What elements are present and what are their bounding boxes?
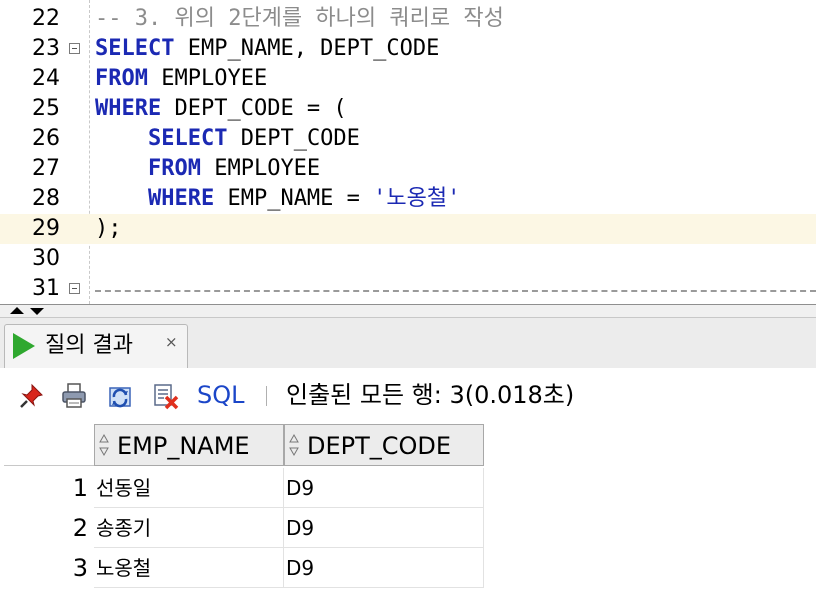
code-token: EMP_NAME = xyxy=(214,186,374,211)
sql-keyword: FROM xyxy=(147,156,201,181)
sql-comment: -- 3. 위의 2단계를 하나의 쿼리로 작성 xyxy=(95,6,504,31)
string-literal: '노옹철' xyxy=(373,186,461,211)
code-token: DEPT_CODE = ( xyxy=(161,96,347,121)
sort-icon[interactable] xyxy=(289,433,299,457)
grid-header: EMP_NAME DEPT_CODE xyxy=(4,424,484,466)
code-text: ); xyxy=(95,214,122,244)
collapse-up-icon[interactable] xyxy=(10,307,24,314)
tab-query-result[interactable]: 질의 결과 × xyxy=(4,324,188,368)
tab-label: 질의 결과 xyxy=(45,333,133,358)
cell-emp-name[interactable]: 선동일 xyxy=(94,468,284,508)
sql-keyword: SELECT xyxy=(95,36,175,61)
line-number: 31 xyxy=(32,276,60,301)
code-text: -- 3. 위의 2단계를 하나의 쿼리로 작성 xyxy=(95,4,504,34)
fold-collapse-icon[interactable] xyxy=(69,43,80,54)
line-number: 29 xyxy=(32,216,60,241)
sql-button[interactable]: SQL xyxy=(197,379,245,411)
row-number: 1 xyxy=(72,474,88,502)
sql-editor[interactable]: 22 -- 3. 위의 2단계를 하나의 쿼리로 작성 23 SELECT EMP_N… xyxy=(0,0,816,304)
sql-keyword: FROM xyxy=(95,66,148,91)
cell-emp-name[interactable]: 노옹철 xyxy=(94,548,284,588)
table-row[interactable]: 1 선동일 D9 xyxy=(4,468,484,508)
line-number: 22 xyxy=(32,6,60,31)
line-number: 26 xyxy=(32,126,60,151)
cell-emp-name[interactable]: 송종기 xyxy=(94,508,284,548)
column-header-label: EMP_NAME xyxy=(117,432,250,460)
row-number: 3 xyxy=(72,554,88,582)
code-line[interactable]: 23 SELECT EMP_NAME, DEPT_CODE xyxy=(0,34,816,64)
line-number: 28 xyxy=(32,186,60,211)
sql-keyword: WHERE xyxy=(147,186,215,211)
line-number: 25 xyxy=(32,96,60,121)
cell-dept-code[interactable]: D9 xyxy=(284,548,484,588)
clear-icon[interactable] xyxy=(152,382,180,410)
column-header-label: DEPT_CODE xyxy=(307,432,452,460)
code-text: SELECT DEPT_CODE xyxy=(95,124,360,154)
code-text: SELECT EMP_NAME, DEPT_CODE xyxy=(95,34,439,64)
row-number: 2 xyxy=(72,514,88,542)
code-line[interactable]: 24 FROM EMPLOYEE xyxy=(0,64,816,94)
print-icon[interactable] xyxy=(60,382,88,410)
code-line[interactable]: 29); xyxy=(0,214,816,244)
code-text: WHERE EMP_NAME = '노옹철' xyxy=(95,184,460,214)
results-tab-bar: 질의 결과 × xyxy=(0,318,816,369)
code-token: EMPLOYEE xyxy=(147,66,268,91)
column-header-dept-code[interactable]: DEPT_CODE xyxy=(284,424,484,466)
refresh-icon[interactable] xyxy=(106,382,134,410)
code-line[interactable]: 27 FROM EMPLOYEE xyxy=(0,154,816,184)
code-line[interactable]: 30 xyxy=(0,244,816,274)
line-number: 27 xyxy=(32,156,60,181)
run-icon xyxy=(13,333,35,359)
line-number: 30 xyxy=(32,246,60,271)
sort-icon[interactable] xyxy=(99,433,109,457)
row-number-header xyxy=(4,424,94,466)
collapse-down-icon[interactable] xyxy=(30,308,44,315)
table-row[interactable]: 2 송종기 D9 xyxy=(4,508,484,548)
pin-icon[interactable] xyxy=(18,382,46,410)
code-line[interactable]: 25 WHERE DEPT_CODE = ( xyxy=(0,94,816,124)
results-toolbar: SQL 인출된 모든 행: 3(0.018초) xyxy=(0,368,816,422)
line-number: 23 xyxy=(32,36,60,61)
code-line[interactable]: 28 WHERE EMP_NAME = '노옹철' xyxy=(0,184,816,214)
code-token: EMP_NAME, DEPT_CODE xyxy=(174,36,440,61)
separator-comment-line xyxy=(95,290,816,292)
close-icon[interactable]: × xyxy=(165,333,178,351)
line-number: 24 xyxy=(32,66,60,91)
code-token: EMPLOYEE xyxy=(200,156,321,181)
code-line[interactable]: 22 -- 3. 위의 2단계를 하나의 쿼리로 작성 xyxy=(0,4,816,34)
fetch-status: 인출된 모든 행: 3(0.018초) xyxy=(286,381,575,409)
cell-dept-code[interactable]: D9 xyxy=(284,468,484,508)
cell-dept-code[interactable]: D9 xyxy=(284,508,484,548)
sql-keyword: WHERE xyxy=(95,96,162,121)
code-line[interactable]: 31 xyxy=(0,274,816,304)
code-text: WHERE DEPT_CODE = ( xyxy=(95,94,347,124)
code-token: ); xyxy=(95,216,122,241)
toolbar-divider xyxy=(266,386,267,406)
code-token: DEPT_CODE xyxy=(227,126,360,151)
code-line[interactable]: 26 SELECT DEPT_CODE xyxy=(0,124,816,154)
fold-collapse-icon[interactable] xyxy=(69,283,80,294)
code-text: FROM EMPLOYEE xyxy=(95,154,320,184)
code-text: FROM EMPLOYEE xyxy=(95,64,267,94)
table-row[interactable]: 3 노옹철 D9 xyxy=(4,548,484,588)
column-header-emp-name[interactable]: EMP_NAME xyxy=(94,424,284,466)
sql-keyword: SELECT xyxy=(147,126,228,151)
result-grid[interactable]: EMP_NAME DEPT_CODE 1 선동일 D9 2 송종기 D9 3 노… xyxy=(4,424,816,602)
pane-splitter[interactable] xyxy=(0,304,816,318)
